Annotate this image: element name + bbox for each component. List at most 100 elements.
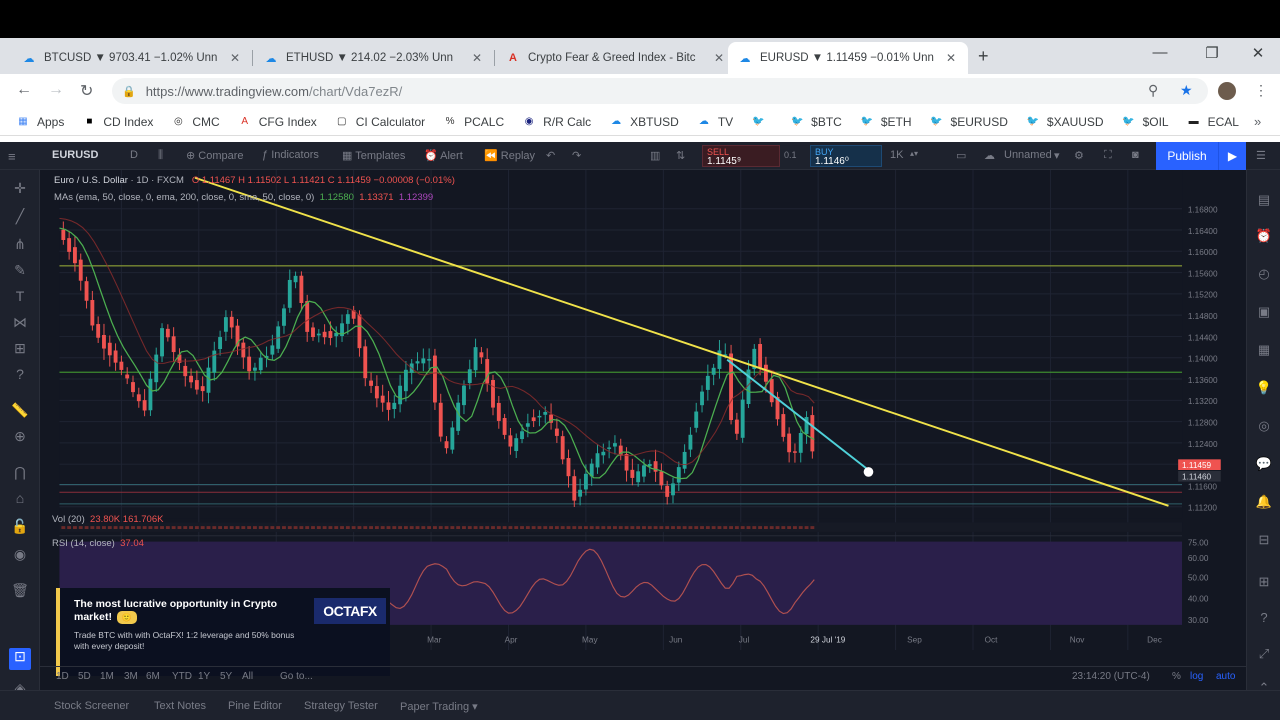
timeframe-1d[interactable]: 1D xyxy=(56,671,69,682)
help-icon[interactable]: ? xyxy=(10,366,30,382)
layout-icon[interactable]: ▭ xyxy=(956,149,966,162)
camera-icon[interactable]: ◙ xyxy=(1132,149,1139,161)
bookmark-ci-calculator[interactable]: ▢ CI Calculator xyxy=(335,115,425,129)
bookmark-btc[interactable]: 🐦 $BTC xyxy=(790,115,842,129)
sell-button[interactable]: SELL 1.1145⁹ xyxy=(702,145,780,167)
bottom-tab-stock-screener[interactable]: Stock Screener xyxy=(54,700,129,712)
price-chart[interactable]: 1.16800 1.16400 1.16000 1.15600 1.15200 1.148… xyxy=(40,170,1246,650)
layout-name[interactable]: Unnamed xyxy=(1004,149,1052,161)
notifications-icon[interactable]: 🔔 xyxy=(1255,494,1273,510)
bookmark-cfg-index[interactable]: A CFG Index xyxy=(238,115,316,129)
streams-icon[interactable]: ◎ xyxy=(1255,418,1273,434)
bookmark-oil[interactable]: 🐦 $OIL xyxy=(1122,115,1168,129)
timeframe-all[interactable]: All xyxy=(242,671,253,682)
bookmark-xbtusd[interactable]: ☁ XBTUSD xyxy=(609,115,679,129)
bookmark-twitter[interactable]: 🐦 xyxy=(751,115,772,129)
timeframe-6m[interactable]: 6M xyxy=(146,671,160,682)
text-tool-icon[interactable]: T xyxy=(10,288,30,304)
favorites-icon[interactable]: ⊡ xyxy=(9,648,31,670)
new-tab-button[interactable]: + xyxy=(978,46,989,67)
zoom-in-icon[interactable]: ⊕ xyxy=(10,428,30,445)
ma-study-label[interactable]: MAs (ema, 50, close, 0, ema, 200, close,… xyxy=(54,192,314,203)
pitchfork-icon[interactable]: ⋔ xyxy=(10,236,30,253)
maximize-icon[interactable]: ❐ xyxy=(1192,44,1232,62)
chevron-down-icon[interactable]: ▾ xyxy=(1054,149,1060,162)
undo-icon[interactable]: ↶ xyxy=(546,149,555,162)
search-icon[interactable]: ⚲ xyxy=(1148,82,1158,99)
close-icon[interactable]: ✕ xyxy=(228,51,242,65)
address-bar[interactable]: 🔒 https://www.tradingview.com/chart/Vda7… xyxy=(112,78,1208,104)
trading-panel-icon[interactable]: ▥ xyxy=(650,149,660,162)
play-icon[interactable]: ▶ xyxy=(1218,142,1246,170)
magnet-icon[interactable]: ⋂ xyxy=(10,464,30,481)
menu-kebab-icon[interactable]: ⋮ xyxy=(1254,82,1268,99)
interval-picker[interactable]: D xyxy=(130,149,138,161)
clock[interactable]: 23:14:20 (UTC-4) xyxy=(1072,671,1150,682)
tab-eurusd[interactable]: ☁ EURUSD ▼ 1.11459 −0.01% Unn ✕ xyxy=(728,42,968,74)
lock-icon[interactable]: 🔓 xyxy=(10,518,30,535)
log-scale-toggle[interactable]: log xyxy=(1190,671,1203,682)
timeframe-goto[interactable]: Go to... xyxy=(280,671,313,682)
bookmark-ecal[interactable]: ▬ ECAL xyxy=(1187,115,1239,129)
ruler-icon[interactable]: 📏 xyxy=(10,402,30,419)
back-arrow-icon[interactable]: ← xyxy=(16,81,32,99)
bookmarks-overflow-icon[interactable]: » xyxy=(1254,114,1261,129)
pattern-icon[interactable]: ⋈ xyxy=(10,314,30,331)
symbol-search[interactable]: EURUSD xyxy=(52,149,98,161)
bookmark-eth[interactable]: 🐦 $ETH xyxy=(860,115,912,129)
crosshair-icon[interactable]: ✛ xyxy=(10,180,30,197)
bookmark-apps[interactable]: ▦ Apps xyxy=(16,115,64,129)
tab-ethusd[interactable]: ☁ ETHUSD ▼ 214.02 −2.03% Unn ✕ xyxy=(254,42,494,74)
calendar-icon[interactable]: ▦ xyxy=(1255,342,1273,358)
percent-scale-toggle[interactable]: % xyxy=(1172,671,1181,682)
bottom-tab-strategy-tester[interactable]: Strategy Tester xyxy=(304,700,378,712)
bookmark-pcalc[interactable]: % PCALC xyxy=(443,115,504,129)
timeframe-5d[interactable]: 5D xyxy=(78,671,91,682)
profile-avatar[interactable] xyxy=(1218,82,1236,100)
watchlist-icon[interactable]: ▤ xyxy=(1255,192,1273,208)
bookmark-cmc[interactable]: ◎ CMC xyxy=(171,115,220,129)
settings-gear-icon[interactable]: ⚙ xyxy=(1074,149,1084,162)
chat-icon[interactable]: 💬 xyxy=(1255,456,1273,472)
octafx-ad-banner[interactable]: The most lucrative opportunity in Crypto… xyxy=(56,588,390,676)
grid-icon[interactable]: ⊞ xyxy=(1255,574,1273,590)
brush-icon[interactable]: ✎ xyxy=(10,262,30,279)
fullscreen-icon[interactable]: ⛶ xyxy=(1104,149,1112,162)
eye-icon[interactable]: ◉ xyxy=(10,546,30,563)
star-icon[interactable]: ★ xyxy=(1180,82,1193,99)
bottom-tab-pine-editor[interactable]: Pine Editor xyxy=(228,700,282,712)
order-panel-icon[interactable]: ⊟ xyxy=(1255,532,1273,548)
hotlists-icon[interactable]: ▣ xyxy=(1255,304,1273,320)
timeframe-ytd[interactable]: YTD xyxy=(172,671,192,682)
tab-btcusd[interactable]: ☁ BTCUSD ▼ 9703.41 −1.02% Unn ✕ xyxy=(12,42,252,74)
redo-icon[interactable]: ↷ xyxy=(572,149,581,162)
chart-style-icon[interactable]: ⫼ xyxy=(158,149,163,162)
alert-button[interactable]: ⏰ Alert xyxy=(424,149,463,162)
forward-arrow-icon[interactable]: → xyxy=(48,81,64,99)
quantity-stepper[interactable]: ▴▾ xyxy=(910,149,918,158)
watchlist-icon[interactable]: ☰ xyxy=(1256,149,1266,162)
ideas-icon[interactable]: 💡 xyxy=(1255,380,1273,396)
cloud-icon[interactable]: ☁ xyxy=(984,149,995,162)
indicators-button[interactable]: ƒ Indicators xyxy=(262,149,319,161)
tab-fear-greed[interactable]: A Crypto Fear & Greed Index - Bitc ✕ xyxy=(496,42,736,74)
templates-button[interactable]: ▦ Templates xyxy=(342,149,405,162)
trendline-icon[interactable]: ╱ xyxy=(10,208,30,225)
bottom-tab-paper-trading[interactable]: Paper Trading ▾ xyxy=(400,700,478,713)
reload-icon[interactable]: ↻ xyxy=(80,81,93,101)
trash-icon[interactable]: 🗑 xyxy=(10,582,30,599)
timeframe-3m[interactable]: 3M xyxy=(124,671,138,682)
bookmark-cd-index[interactable]: ■ CD Index xyxy=(82,115,153,129)
auto-scale-toggle[interactable]: auto xyxy=(1216,671,1235,682)
replay-button[interactable]: ⏪ Replay xyxy=(484,149,535,162)
data-window-icon[interactable]: ◴ xyxy=(1255,266,1273,282)
hamburger-menu-icon[interactable]: ≡ xyxy=(8,149,16,164)
close-icon[interactable]: ✕ xyxy=(470,51,484,65)
order-type-icon[interactable]: ⇅ xyxy=(676,149,685,162)
close-icon[interactable]: ✕ xyxy=(944,51,958,65)
timeframe-5y[interactable]: 5Y xyxy=(220,671,232,682)
close-icon[interactable]: ✕ xyxy=(712,51,726,65)
lock-drawings-icon[interactable]: ⌂ xyxy=(10,490,30,506)
expand-icon[interactable]: ⤢ xyxy=(1255,646,1273,662)
alerts-icon[interactable]: ⏰ xyxy=(1255,228,1273,244)
